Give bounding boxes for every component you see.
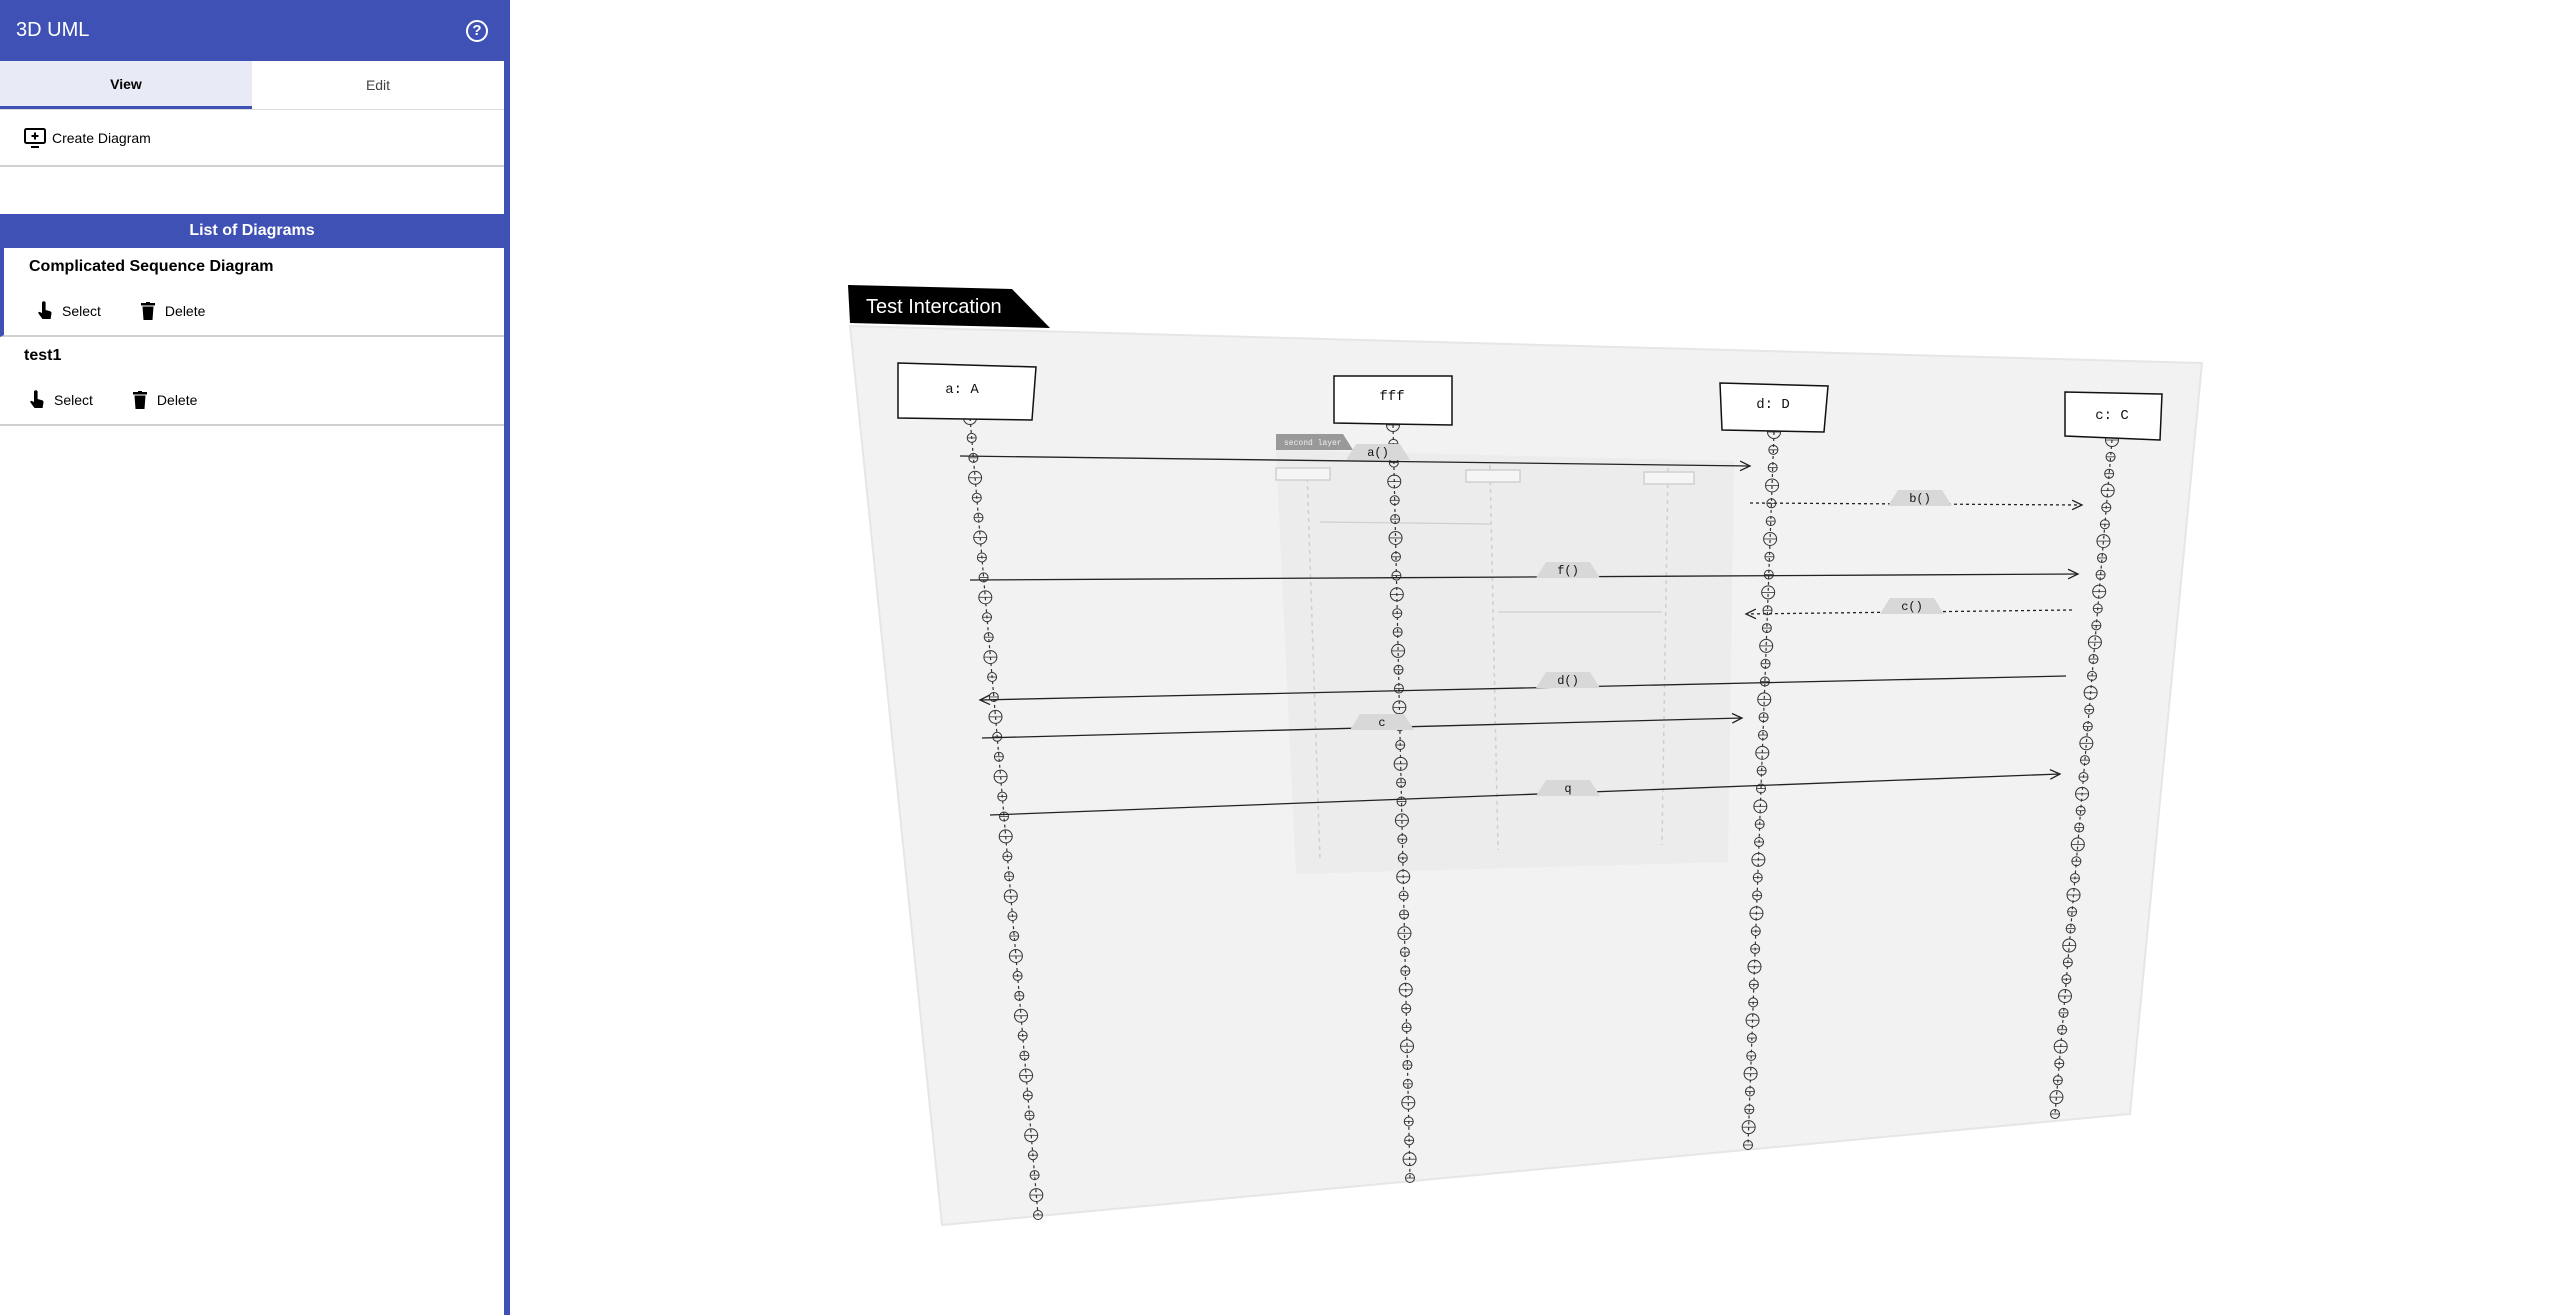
create-diagram-label: Create Diagram — [52, 129, 151, 146]
tab-bar: View Edit — [0, 61, 504, 110]
select-label: Select — [62, 303, 101, 319]
delete-button[interactable]: Delete — [129, 389, 197, 411]
lifeline-label: c: C — [2095, 408, 2129, 424]
touch-hand-icon — [26, 389, 48, 411]
diagram-name: Complicated Sequence Diagram — [29, 258, 274, 275]
message-label: a() — [1367, 446, 1389, 460]
list-item: Complicated Sequence Diagram Select Dele… — [0, 248, 504, 337]
help-circle-icon[interactable]: ? — [466, 19, 488, 42]
create-row: Create Diagram — [0, 110, 504, 167]
message-label: f() — [1557, 564, 1579, 578]
delete-label: Delete — [164, 303, 206, 319]
tab-edit[interactable]: Edit — [252, 61, 504, 109]
diagram-canvas[interactable]: second layer Test Intercation a: A fff d: … — [510, 0, 2553, 1315]
trash-icon — [129, 389, 151, 411]
inner-layer-label: second layer — [1284, 439, 1342, 448]
list-header: List of Diagrams — [0, 214, 504, 248]
app-title: 3D UML — [16, 19, 90, 41]
message-label: d() — [1557, 674, 1579, 688]
delete-button[interactable]: Delete — [137, 300, 205, 322]
message-label: c() — [1901, 600, 1923, 614]
message-label: c — [1378, 716, 1385, 730]
create-diagram-button[interactable]: Create Diagram — [24, 127, 151, 149]
select-button[interactable]: Select — [26, 389, 93, 411]
lifeline-label: a: A — [945, 382, 979, 398]
diagram-title: Test Intercation — [866, 296, 1002, 318]
list-item: test1 Select Delete — [0, 337, 504, 426]
diagram-3d-view[interactable]: second layer Test Intercation a: A fff d: … — [848, 285, 2204, 1227]
message-label: q — [1564, 782, 1571, 796]
app-bar: 3D UML ? — [0, 0, 504, 61]
add-to-screen-icon — [24, 127, 46, 149]
touch-hand-icon — [34, 300, 56, 322]
lifeline-label: fff — [1379, 389, 1404, 405]
delete-label: Delete — [156, 392, 198, 408]
message-label: b() — [1909, 492, 1931, 506]
tab-view[interactable]: View — [0, 61, 252, 109]
lifeline-label: d: D — [1756, 397, 1790, 413]
trash-icon — [137, 300, 159, 322]
select-button[interactable]: Select — [34, 300, 101, 322]
select-label: Select — [54, 392, 93, 408]
diagram-name: test1 — [24, 347, 62, 364]
sidebar: 3D UML ? View Edit Create Diagram List o… — [0, 0, 510, 1315]
